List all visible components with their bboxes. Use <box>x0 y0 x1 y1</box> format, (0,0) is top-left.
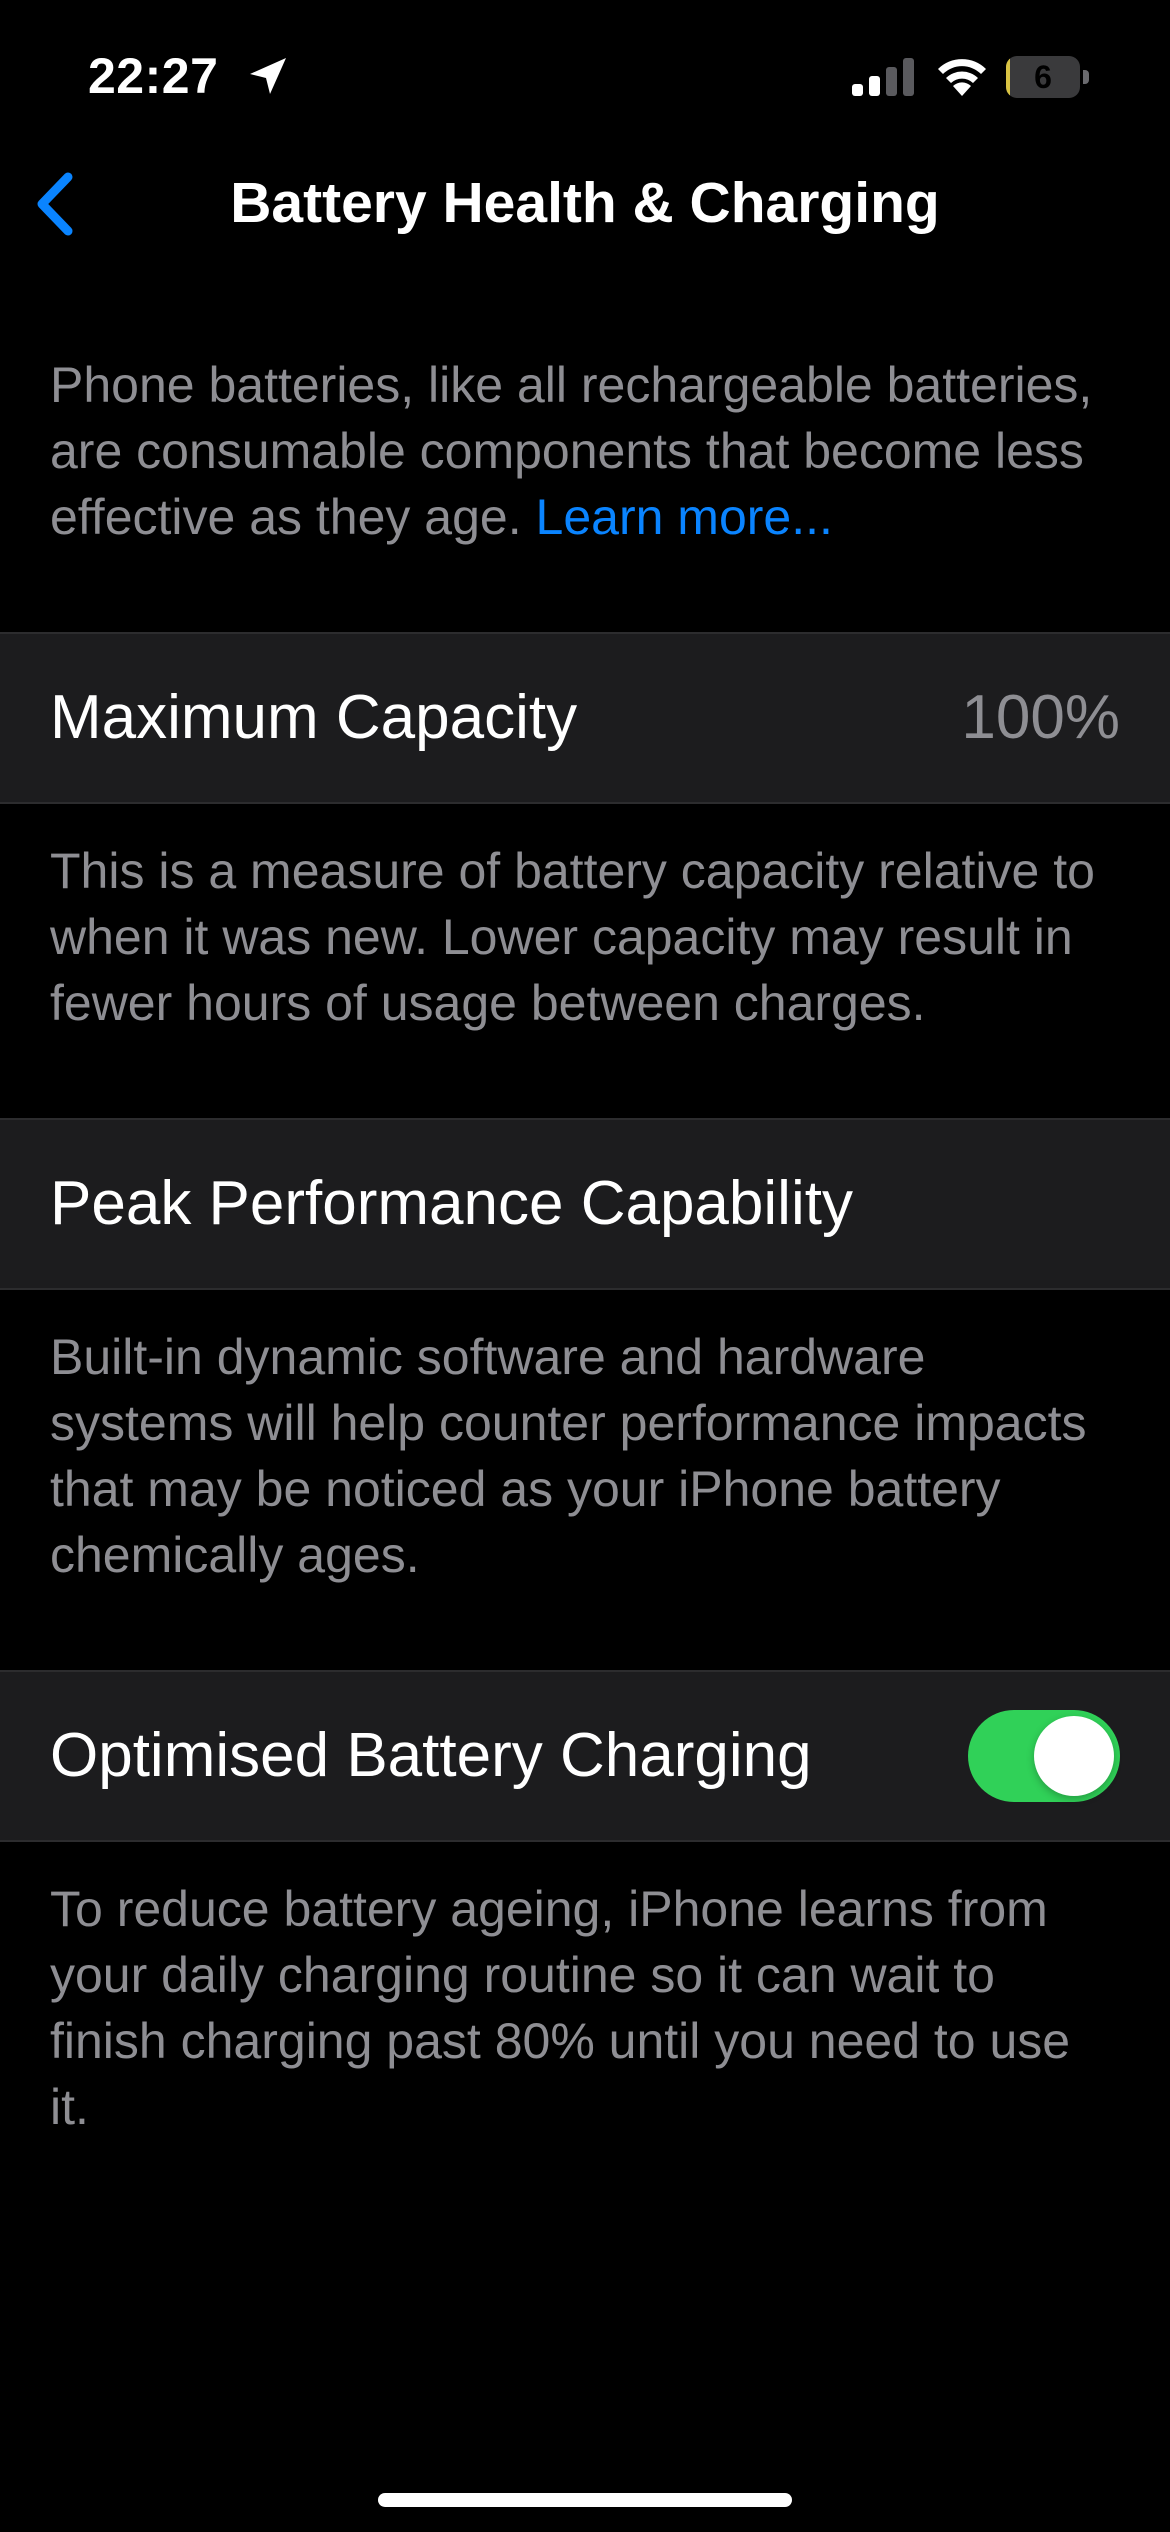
maximum-capacity-label: Maximum Capacity <box>50 683 578 752</box>
toggle-knob <box>1034 1716 1114 1796</box>
optimised-charging-description: To reduce battery ageing, iPhone learns … <box>50 1881 1071 2135</box>
home-indicator[interactable] <box>378 2493 792 2507</box>
location-arrow-icon <box>246 54 290 98</box>
wifi-icon <box>934 54 990 96</box>
maximum-capacity-row: Maximum Capacity 100% <box>0 632 1170 804</box>
battery-percentage: 6 <box>1034 59 1052 95</box>
cellular-signal-icon <box>852 58 914 96</box>
settings-content: Phone batteries, like all rechargeable b… <box>0 260 1170 2222</box>
navigation-bar: Battery Health & Charging <box>0 150 1170 260</box>
battery-cap <box>1083 70 1089 84</box>
peak-performance-row: Peak Performance Capability <box>0 1118 1170 1290</box>
optimised-charging-toggle[interactable] <box>968 1710 1120 1802</box>
battery-icon: 6 <box>1006 56 1090 98</box>
back-button[interactable] <box>14 166 94 246</box>
intro-description: Phone batteries, like all rechargeable b… <box>0 260 1170 632</box>
peak-performance-label: Peak Performance Capability <box>50 1169 853 1238</box>
page-title: Battery Health & Charging <box>230 171 940 235</box>
peak-performance-description: Built-in dynamic software and hardware s… <box>50 1329 1087 1583</box>
maximum-capacity-value: 100% <box>961 683 1120 752</box>
battery-body: 6 <box>1006 56 1080 98</box>
status-time: 22:27 <box>88 48 219 104</box>
learn-more-link[interactable]: Learn more... <box>536 489 833 545</box>
optimised-charging-label: Optimised Battery Charging <box>50 1721 812 1790</box>
status-bar: 22:27 6 <box>0 0 1170 150</box>
chevron-left-icon <box>32 171 76 242</box>
optimised-charging-row: Optimised Battery Charging <box>0 1670 1170 1842</box>
maximum-capacity-description: This is a measure of battery capacity re… <box>50 843 1095 1031</box>
